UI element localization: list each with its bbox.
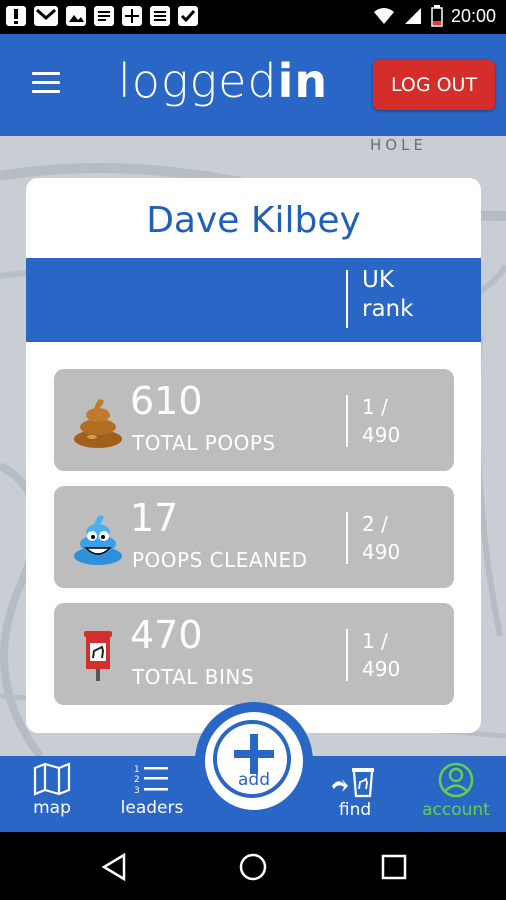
account-icon <box>438 762 474 798</box>
profile-card: Dave Kilbey UK rank 610 TOTAL POOPS 1 /4… <box>26 178 481 733</box>
nav-find[interactable]: find <box>305 762 405 820</box>
rank-header: UK rank <box>362 267 414 322</box>
calendar-icon <box>122 6 142 26</box>
stat-value: 17 <box>130 496 179 540</box>
stat-value: 470 <box>130 613 203 657</box>
battery-icon <box>431 5 443 27</box>
document-icon <box>94 6 114 26</box>
find-bin-icon <box>332 768 374 798</box>
system-status: 20:00 <box>373 5 496 27</box>
back-icon[interactable] <box>100 852 130 882</box>
nav-leaders[interactable]: 123 leaders <box>102 762 202 818</box>
nav-map[interactable]: map <box>2 762 102 818</box>
add-button-face <box>205 712 303 810</box>
leaders-list-icon: 123 <box>134 765 168 796</box>
notes-icon <box>150 6 170 26</box>
stat-label: TOTAL POOPS <box>132 431 276 455</box>
svg-text:3: 3 <box>134 786 140 796</box>
svg-text:2: 2 <box>134 775 140 785</box>
image-icon <box>66 6 86 26</box>
happy-poop-icon <box>74 515 122 565</box>
rank-divider <box>346 270 348 328</box>
rank-header-band: UK rank <box>26 258 481 342</box>
stat-total-poops[interactable]: 610 TOTAL POOPS 1 /490 <box>54 369 454 471</box>
stat-value: 610 <box>130 379 203 423</box>
stat-rank: 1 /490 <box>362 629 401 681</box>
stat-divider <box>346 512 348 564</box>
map-icon <box>33 762 71 796</box>
stat-divider <box>346 395 348 447</box>
wifi-icon <box>373 8 394 24</box>
app-logo: loggedin <box>118 54 329 108</box>
signal-icon <box>404 8 421 24</box>
stat-divider <box>346 629 348 681</box>
system-navigation-bar <box>0 832 506 900</box>
status-bar: 20:00 <box>0 0 506 34</box>
stat-label: TOTAL BINS <box>132 665 255 689</box>
clock: 20:00 <box>450 5 496 26</box>
stat-label: POOPS CLEANED <box>132 548 308 572</box>
nav-account[interactable]: account <box>406 762 506 820</box>
plus-icon <box>234 734 274 774</box>
map-label: HOLE <box>370 136 427 154</box>
alert-icon <box>6 6 26 26</box>
logout-button[interactable]: LOG OUT <box>373 60 495 110</box>
stat-total-bins[interactable]: 470 TOTAL BINS 1 /490 <box>54 603 454 705</box>
recents-icon[interactable] <box>379 852 409 882</box>
dog-bin-icon <box>84 631 112 681</box>
svg-text:1: 1 <box>134 765 140 775</box>
home-icon[interactable] <box>238 852 268 882</box>
add-label: add <box>238 770 270 790</box>
user-name: Dave Kilbey <box>146 200 361 241</box>
gmail-icon <box>34 6 58 26</box>
poop-icon <box>74 399 122 448</box>
menu-icon[interactable] <box>32 72 60 94</box>
notification-icons <box>6 6 198 26</box>
task-check-icon <box>178 6 198 26</box>
stat-poops-cleaned[interactable]: 17 POOPS CLEANED 2 /490 <box>54 486 454 588</box>
stat-rank: 2 /490 <box>362 512 401 564</box>
app-header: loggedin LOG OUT <box>0 34 506 136</box>
add-button[interactable]: add <box>195 702 313 820</box>
stat-rank: 1 /490 <box>362 395 401 447</box>
